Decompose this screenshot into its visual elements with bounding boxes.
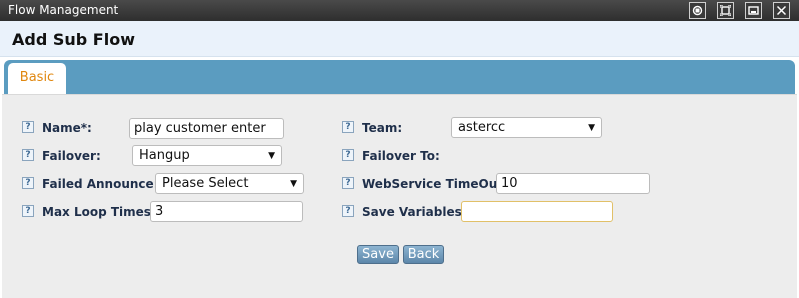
minimize-icon	[748, 5, 759, 16]
close-button[interactable]	[773, 2, 790, 19]
chevron-down-icon: ▼	[290, 179, 297, 189]
window-title: Flow Management	[8, 3, 119, 17]
chevron-down-icon: ▼	[268, 151, 275, 161]
webservice-timeout-input[interactable]: 10	[496, 173, 650, 194]
back-button[interactable]: Back	[403, 245, 444, 264]
page-header: Add Sub Flow	[0, 21, 799, 57]
help-icon[interactable]: ?	[22, 121, 34, 133]
help-icon[interactable]: ?	[22, 177, 34, 189]
help-icon[interactable]: ?	[342, 177, 354, 189]
close-icon	[776, 5, 787, 16]
save-button[interactable]: Save	[357, 245, 399, 264]
save-variables-label: Save Variables:	[362, 205, 467, 219]
minimize-button[interactable]	[745, 2, 762, 19]
help-icon[interactable]: ?	[342, 121, 354, 133]
restore-icon	[692, 5, 703, 16]
failover-select[interactable]: Hangup ▼	[132, 145, 282, 166]
save-variables-input[interactable]	[461, 201, 613, 222]
max-loop-times-label: Max Loop Times:	[42, 205, 156, 219]
chevron-down-icon: ▼	[588, 123, 595, 133]
team-select-value: astercc	[458, 120, 506, 135]
tab-basic[interactable]: Basic	[8, 63, 66, 95]
failed-announce-select-value: Please Select	[162, 176, 249, 191]
failover-label: Failover:	[42, 149, 101, 163]
maximize-button[interactable]	[717, 2, 734, 19]
team-select[interactable]: astercc ▼	[451, 117, 602, 138]
webservice-timeout-label: WebService TimeOut:	[362, 177, 508, 191]
failed-announce-label: Failed Announce:	[42, 177, 159, 191]
maximize-icon	[720, 5, 731, 16]
help-icon[interactable]: ?	[22, 205, 34, 217]
tab-bar: Basic	[4, 60, 795, 95]
team-label: Team:	[362, 121, 403, 135]
page-title: Add Sub Flow	[12, 30, 135, 49]
failed-announce-select[interactable]: Please Select ▼	[155, 173, 304, 194]
help-icon[interactable]: ?	[22, 149, 34, 161]
help-icon[interactable]: ?	[342, 149, 354, 161]
window-titlebar: Flow Management	[0, 0, 799, 21]
name-label: Name*:	[42, 121, 92, 135]
help-icon[interactable]: ?	[342, 205, 354, 217]
restore-button[interactable]	[689, 2, 706, 19]
max-loop-times-input[interactable]: 3	[150, 201, 303, 222]
failover-to-label: Failover To:	[362, 149, 440, 163]
failover-select-value: Hangup	[139, 148, 190, 163]
name-input[interactable]: play customer enter	[129, 118, 284, 139]
